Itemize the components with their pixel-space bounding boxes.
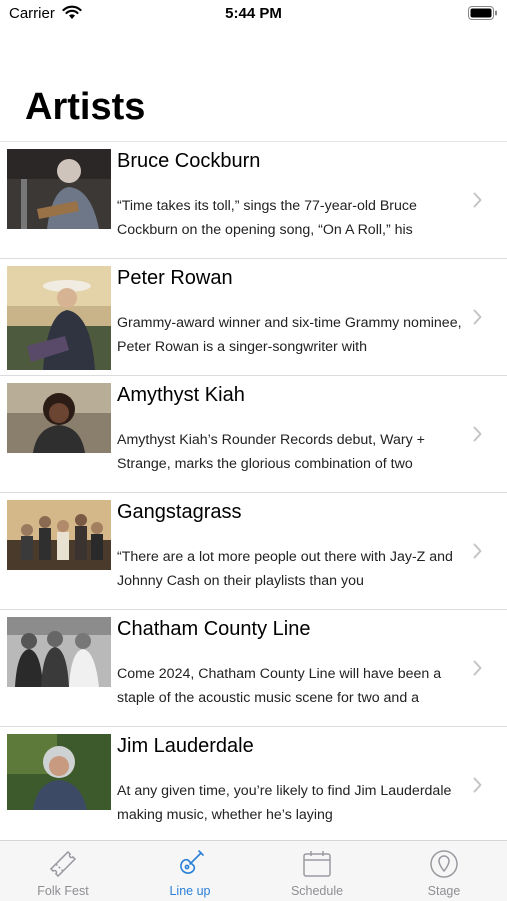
chevron-right-icon — [473, 543, 482, 559]
artist-photo — [7, 734, 111, 810]
artist-photo — [7, 383, 111, 453]
tab-schedule[interactable]: Schedule — [254, 841, 380, 901]
chevron-right-icon — [473, 777, 482, 793]
artist-description: “There are a lot more people out there w… — [117, 549, 453, 589]
artist-row[interactable]: Amythyst Kiah Amythyst Kiah’s Rounder Re… — [0, 375, 507, 492]
chevron-right-icon — [473, 192, 482, 208]
ticket-icon — [49, 850, 77, 878]
tab-bar: Folk Fest Line up Schedule Stage — [0, 840, 507, 901]
tab-line-up[interactable]: Line up — [127, 841, 253, 901]
tab-label: Schedule — [290, 884, 344, 898]
artist-row[interactable]: Gangstagrass “There are a lot more peopl… — [0, 492, 507, 609]
artist-description: Grammy-award winner and six-time Grammy … — [117, 315, 462, 355]
calendar-icon — [303, 851, 331, 877]
artist-photo — [7, 149, 111, 229]
guitar-icon — [180, 850, 204, 874]
chevron-right-icon — [473, 426, 482, 442]
artist-name: Peter Rowan — [117, 267, 233, 289]
artist-description: “Time takes its toll,” sings the 77-year… — [117, 198, 417, 238]
artist-description: Come 2024, Chatham County Line will have… — [117, 666, 442, 706]
artist-list: Bruce Cockburn “Time takes its toll,” si… — [0, 141, 507, 843]
artist-name: Jim Lauderdale — [117, 735, 254, 757]
tab-label: Line up — [169, 884, 211, 898]
clock: 5:44 PM — [225, 5, 282, 22]
artist-description: Amythyst Kiah’s Rounder Records debut, W… — [117, 432, 425, 472]
artist-row[interactable]: Peter Rowan Grammy-award winner and six-… — [0, 258, 507, 375]
artist-name: Bruce Cockburn — [117, 150, 261, 172]
artist-name: Gangstagrass — [117, 501, 242, 523]
artist-name: Chatham County Line — [117, 618, 311, 640]
page-title: Artists — [25, 86, 146, 128]
artist-name: Amythyst Kiah — [117, 384, 245, 406]
artist-row[interactable]: Chatham County Line Come 2024, Chatham C… — [0, 609, 507, 726]
status-bar: Carrier 5:44 PM — [0, 0, 507, 28]
tab-label: Folk Fest — [37, 884, 89, 898]
chevron-right-icon — [473, 660, 482, 676]
artist-photo — [7, 266, 111, 370]
artist-description: At any given time, you’re likely to find… — [117, 783, 452, 823]
artist-row[interactable]: Jim Lauderdale At any given time, you’re… — [0, 726, 507, 843]
artist-photo — [7, 500, 111, 570]
chevron-right-icon — [473, 309, 482, 325]
tab-label: Stage — [427, 884, 461, 898]
tab-stage[interactable]: Stage — [381, 841, 507, 901]
artist-photo — [7, 617, 111, 687]
tab-folk-fest[interactable]: Folk Fest — [0, 841, 126, 901]
map-pin-icon — [430, 850, 458, 878]
artist-row[interactable]: Bruce Cockburn “Time takes its toll,” si… — [0, 141, 507, 258]
battery-icon — [468, 6, 497, 20]
